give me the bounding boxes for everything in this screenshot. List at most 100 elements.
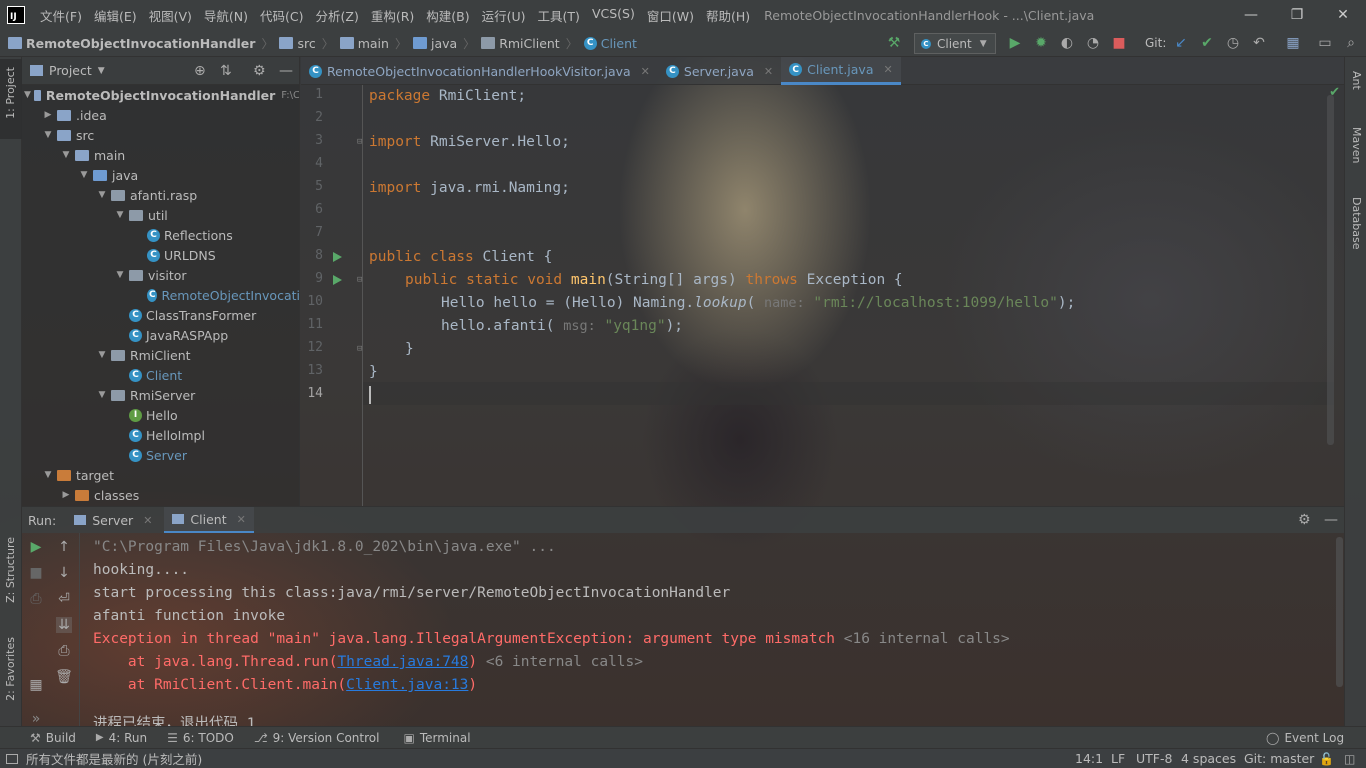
tree-item[interactable]: ▼ main: [22, 145, 299, 165]
gear-icon[interactable]: ⚙: [253, 63, 266, 79]
menu-window[interactable]: 窗口(W): [641, 6, 700, 25]
event-log-tool-tab[interactable]: ◯ Event Log: [1266, 731, 1344, 745]
tree-item[interactable]: C Reflections: [22, 225, 299, 245]
menu-refactor[interactable]: 重构(R): [365, 6, 420, 25]
print-icon[interactable]: ⎙: [56, 643, 72, 659]
stacktrace-link[interactable]: Client.java:13: [346, 677, 468, 693]
tree-item-root[interactable]: ▼ RemoteObjectInvocationHandler F:\C: [22, 85, 299, 105]
tree-item[interactable]: ▼ RmiServer: [22, 385, 299, 405]
console-scrollbar[interactable]: [1336, 537, 1343, 687]
hide-icon[interactable]: —: [279, 63, 293, 79]
minimize-button[interactable]: —: [1228, 0, 1274, 30]
breadcrumb-rmiclient[interactable]: RmiClient: [481, 36, 560, 51]
internal-calls-fold[interactable]: <6 internal calls>: [486, 654, 643, 670]
close-icon[interactable]: ✕: [883, 63, 892, 76]
git-commit-icon[interactable]: ✔: [1198, 34, 1216, 52]
fold-icon[interactable]: ⊟: [357, 344, 362, 354]
tree-item[interactable]: ▶ classes: [22, 485, 299, 505]
restore-button[interactable]: ❐: [1274, 0, 1320, 30]
debug-icon[interactable]: ✹: [1032, 34, 1050, 52]
scroll-down-icon[interactable]: ↓: [56, 565, 72, 581]
todo-tool-tab[interactable]: ☰ 6: TODO: [167, 731, 234, 745]
terminal-tool-tab[interactable]: ▣ Terminal: [403, 731, 470, 745]
structure-tool-tab[interactable]: Z: Structure: [4, 537, 17, 603]
editor-scrollbar[interactable]: [1327, 95, 1334, 445]
locate-icon[interactable]: ⊕: [194, 63, 206, 79]
scroll-to-end-icon[interactable]: ⇊: [56, 617, 72, 633]
coverage-icon[interactable]: ◐: [1058, 34, 1076, 52]
console-output[interactable]: "C:\Program Files\Java\jdk1.8.0_202\bin\…: [93, 533, 1333, 727]
indent-setting[interactable]: 4 spaces: [1181, 751, 1236, 766]
more-icon[interactable]: »: [28, 711, 44, 727]
menu-analyze[interactable]: 分析(Z): [310, 6, 365, 25]
tree-item[interactable]: ▼ visitor: [22, 265, 299, 285]
tree-item[interactable]: ▼ util: [22, 205, 299, 225]
version-control-tool-tab[interactable]: ⎇ 9: Version Control: [254, 731, 380, 745]
toggle-tool-windows-icon[interactable]: [6, 753, 18, 764]
menu-run[interactable]: 运行(U): [476, 6, 532, 25]
tree-item[interactable]: C Client: [22, 365, 299, 385]
tree-item[interactable]: ▼ target: [22, 465, 299, 485]
close-icon[interactable]: ✕: [764, 65, 773, 78]
dropdown-arrow-icon[interactable]: ▼: [98, 66, 105, 76]
soft-wrap-icon[interactable]: ⏎: [56, 591, 72, 607]
breadcrumb-main[interactable]: main: [339, 36, 389, 51]
tab-server[interactable]: C Server.java ✕: [658, 57, 781, 85]
close-icon[interactable]: ✕: [237, 513, 246, 526]
breadcrumb-java[interactable]: java: [412, 36, 457, 51]
tree-item[interactable]: C Server: [22, 445, 299, 465]
run-gutter-icon[interactable]: [333, 252, 342, 262]
fold-icon[interactable]: ⊟: [357, 137, 362, 147]
close-icon[interactable]: ✕: [641, 65, 650, 78]
menu-tools[interactable]: 工具(T): [532, 6, 586, 25]
gear-icon[interactable]: ⚙: [1298, 512, 1311, 528]
tab-visitor[interactable]: C RemoteObjectInvocationHandlerHookVisito…: [301, 57, 658, 85]
favorites-tool-tab[interactable]: 2: Favorites: [4, 637, 17, 701]
tree-item[interactable]: ▼ afanti.rasp: [22, 185, 299, 205]
run-gutter-icon[interactable]: [333, 275, 342, 285]
stop-icon[interactable]: ■: [1110, 34, 1128, 52]
tree-item[interactable]: C RemoteObjectInvocati: [22, 285, 299, 305]
profile-icon[interactable]: ◔: [1084, 34, 1102, 52]
build-tool-tab[interactable]: ⚒ Build: [30, 731, 76, 745]
layout-icon[interactable]: ▭: [1316, 34, 1334, 52]
maven-tool-tab[interactable]: Maven: [1350, 127, 1363, 163]
project-tool-tab[interactable]: 1: Project: [4, 67, 17, 119]
file-encoding[interactable]: UTF-8: [1136, 751, 1172, 766]
tree-item[interactable]: C ClassTransFormer: [22, 305, 299, 325]
menu-file[interactable]: 文件(F): [34, 6, 88, 25]
run-tab-client[interactable]: Client ✕: [164, 507, 254, 533]
run-config-select[interactable]: C Client ▼: [914, 33, 996, 54]
tree-item[interactable]: ▼ src: [22, 125, 299, 145]
hide-icon[interactable]: —: [1324, 512, 1338, 528]
tree-item[interactable]: C HelloImpl: [22, 425, 299, 445]
collapse-all-icon[interactable]: ⇅: [220, 63, 232, 79]
breadcrumb-src[interactable]: src: [279, 36, 316, 51]
menu-build[interactable]: 构建(B): [420, 6, 475, 25]
run-tool-tab[interactable]: ▶ 4: Run: [96, 731, 147, 745]
ant-tool-tab[interactable]: Ant: [1350, 71, 1363, 90]
history-icon[interactable]: ◷: [1224, 34, 1242, 52]
project-panel-title[interactable]: Project: [49, 63, 92, 78]
tab-client[interactable]: C Client.java ✕: [781, 57, 901, 85]
tree-item[interactable]: ▶ .idea: [22, 105, 299, 125]
run-icon[interactable]: ▶: [1006, 34, 1024, 52]
build-hammer-icon[interactable]: ⚒: [885, 34, 903, 52]
run-tab-server[interactable]: Server ✕: [74, 513, 152, 528]
tree-item[interactable]: C JavaRASPApp: [22, 325, 299, 345]
menu-help[interactable]: 帮助(H): [700, 6, 756, 25]
search-everywhere-icon[interactable]: ⌕: [1342, 34, 1360, 52]
internal-calls-fold[interactable]: <16 internal calls>: [844, 631, 1010, 647]
breadcrumb-client[interactable]: C Client: [583, 36, 637, 51]
tree-item[interactable]: ▼ RmiClient: [22, 345, 299, 365]
git-update-icon[interactable]: ↙: [1172, 34, 1190, 52]
menu-edit[interactable]: 编辑(E): [88, 6, 143, 25]
code-editor[interactable]: 1 2 3 4 5 6 7 8 9 10 11 12 13 14 ⊟ ⊟ ⊟ p…: [301, 85, 1344, 506]
memory-icon[interactable]: ◫: [1344, 752, 1355, 766]
close-window-button[interactable]: ✕: [1320, 0, 1366, 30]
menu-vcs[interactable]: VCS(S): [586, 6, 641, 25]
rollback-icon[interactable]: ↶: [1250, 34, 1268, 52]
tree-item[interactable]: C URLDNS: [22, 245, 299, 265]
menu-code[interactable]: 代码(C): [254, 6, 309, 25]
caret-position[interactable]: 14:1: [1075, 751, 1103, 766]
